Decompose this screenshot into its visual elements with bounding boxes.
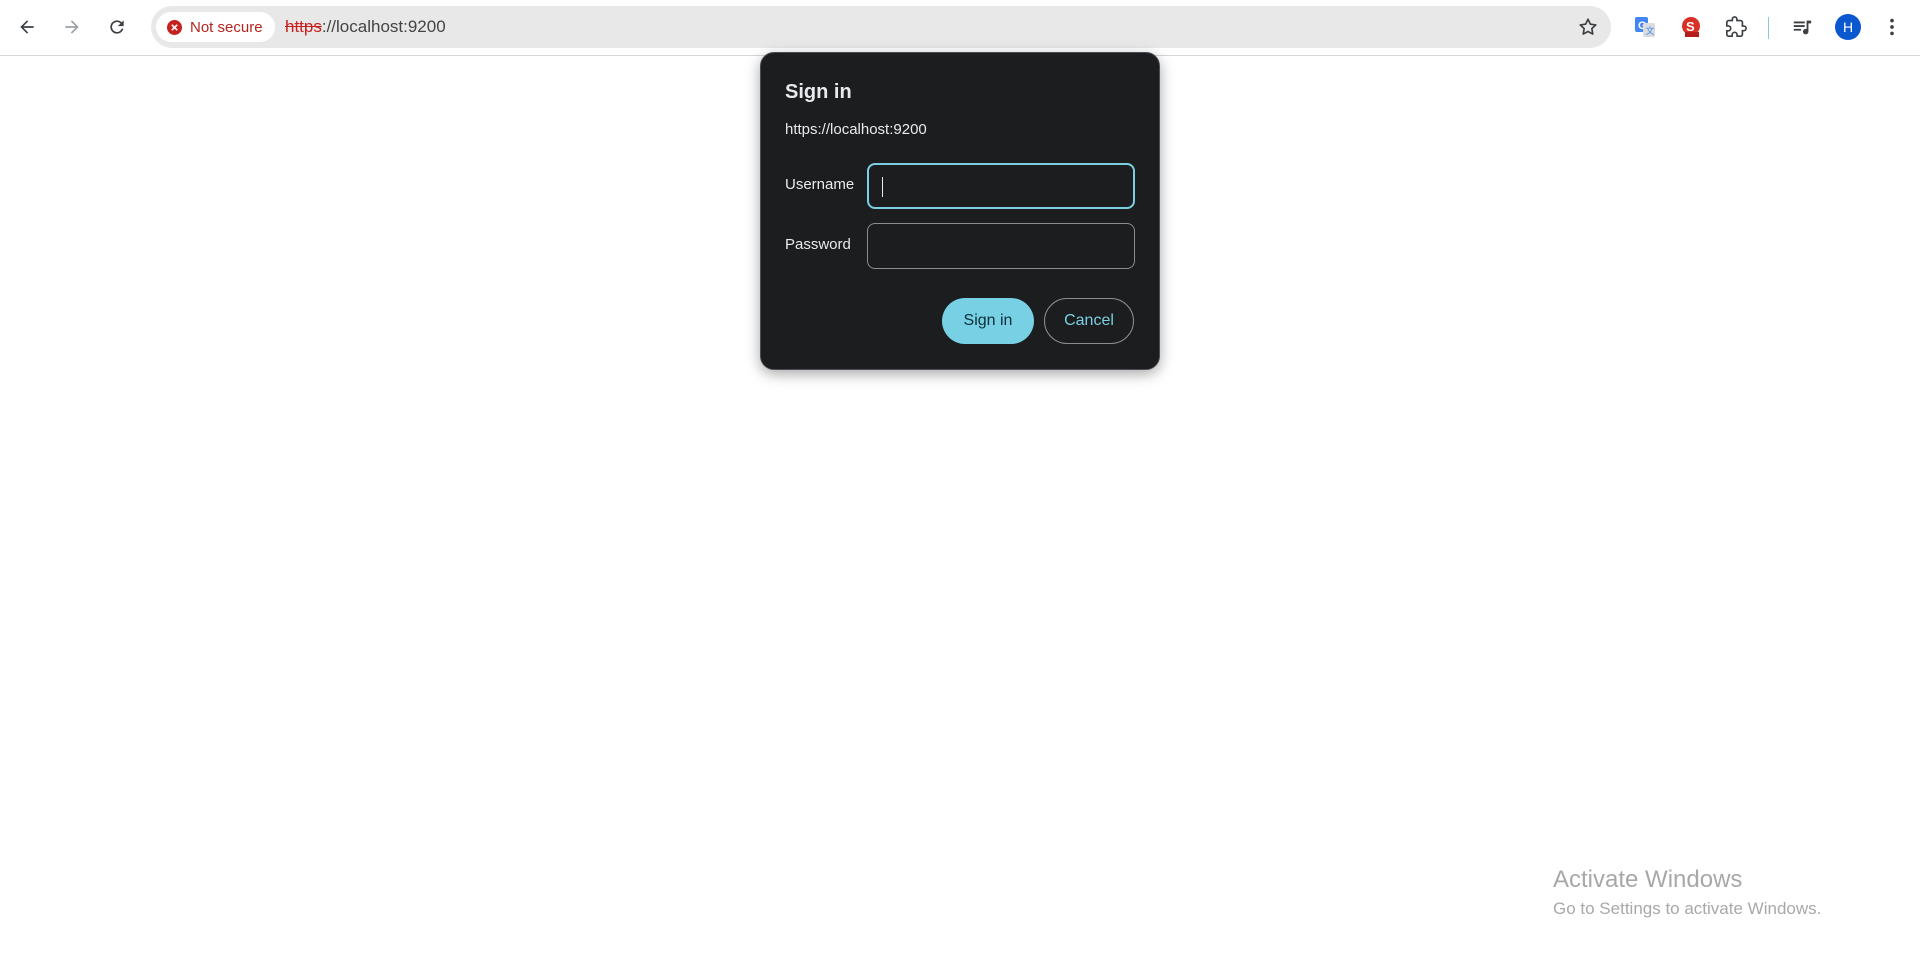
- google-translate-icon: G 文: [1635, 17, 1655, 37]
- puzzle-icon: [1726, 16, 1747, 37]
- text-caret: [882, 177, 883, 197]
- reload-button[interactable]: [100, 10, 134, 44]
- sign-in-button[interactable]: Sign in: [942, 298, 1034, 344]
- svg-text:文: 文: [1646, 25, 1655, 37]
- kebab-menu-icon: [1890, 18, 1894, 36]
- address-bar[interactable]: Not secure https://localhost:9200: [151, 6, 1611, 48]
- seo-extension-icon: S: [1682, 17, 1700, 37]
- seo-extension-button[interactable]: S: [1676, 12, 1706, 42]
- password-label: Password: [785, 236, 851, 253]
- forward-arrow-icon: [65, 20, 79, 34]
- extensions-button[interactable]: [1721, 12, 1751, 42]
- activation-watermark-subtitle: Go to Settings to activate Windows.: [1553, 899, 1822, 918]
- username-field[interactable]: [867, 163, 1135, 209]
- error-circle-icon: [167, 19, 182, 35]
- star-icon[interactable]: [1577, 16, 1599, 38]
- browser-menu-button[interactable]: [1877, 12, 1907, 42]
- url-text[interactable]: https://localhost:9200: [285, 6, 446, 48]
- username-label: Username: [785, 176, 855, 193]
- translate-extension-button[interactable]: G 文: [1630, 12, 1660, 42]
- activation-watermark-title: Activate Windows: [1553, 866, 1743, 893]
- back-button[interactable]: [10, 10, 44, 44]
- password-field[interactable]: [867, 223, 1135, 269]
- not-secure-label: Not secure: [190, 18, 263, 36]
- forward-button[interactable]: [55, 10, 89, 44]
- back-arrow-icon: [20, 20, 34, 34]
- cancel-button[interactable]: Cancel: [1044, 298, 1134, 344]
- dialog-title: Sign in: [785, 81, 852, 103]
- url-host: ://localhost:9200: [321, 17, 446, 36]
- url-scheme: https: [285, 17, 322, 36]
- security-chip[interactable]: Not secure: [156, 12, 275, 42]
- media-button[interactable]: [1787, 12, 1817, 42]
- svg-text:S: S: [1686, 19, 1695, 34]
- reload-icon: [110, 20, 124, 34]
- sign-in-dialog: Sign in https://localhost:9200 Username …: [760, 52, 1160, 370]
- media-queue-icon: [1793, 20, 1812, 35]
- profile-avatar[interactable]: H: [1835, 14, 1861, 40]
- browser-toolbar: Not secure https://localhost:9200 G 文 S: [0, 0, 1920, 56]
- toolbar-divider: [1768, 17, 1769, 39]
- dialog-origin: https://localhost:9200: [785, 121, 927, 138]
